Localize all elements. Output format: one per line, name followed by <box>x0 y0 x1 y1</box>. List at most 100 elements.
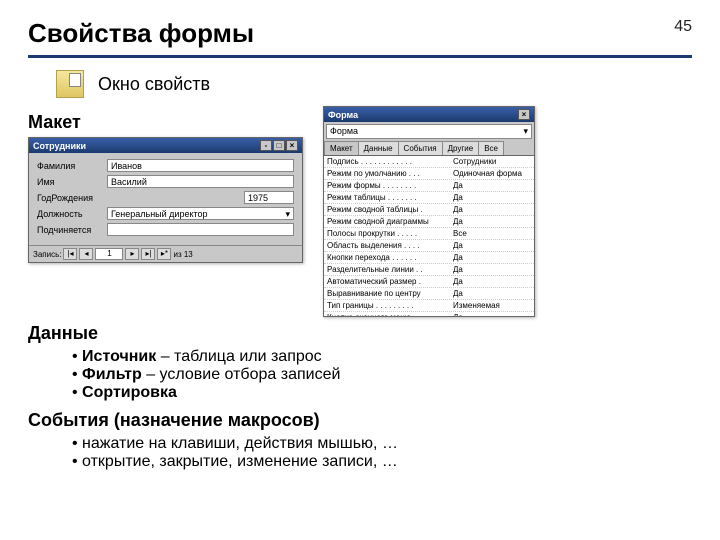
tab-Другие[interactable]: Другие <box>442 141 480 155</box>
minimize-icon[interactable]: - <box>260 140 272 151</box>
form-row: ДолжностьГенеральный директор <box>37 207 294 220</box>
list-item: открытие, закрытие, изменение записи, … <box>72 453 692 471</box>
property-row[interactable]: Полосы прокрутки . . . . .Все <box>324 228 534 240</box>
property-row[interactable]: Разделительные линии . .Да <box>324 264 534 276</box>
field-label: Подчиняется <box>37 225 107 235</box>
property-row[interactable]: Кнопка оконного меню . .Да <box>324 312 534 316</box>
property-name: Режим формы . . . . . . . . <box>327 180 453 191</box>
field-input[interactable] <box>107 223 294 236</box>
property-name: Разделительные линии . . <box>327 264 453 275</box>
form-row: ГодРождения 1975 <box>37 191 294 204</box>
property-row[interactable]: Автоматический размер .Да <box>324 276 534 288</box>
property-value[interactable]: Да <box>453 264 531 275</box>
event-bullets: нажатие на клавиши, действия мышью, … от… <box>72 435 692 471</box>
field-label: ГодРождения <box>37 193 107 203</box>
header: Свойства формы 45 <box>28 18 692 58</box>
property-row[interactable]: Режим формы . . . . . . . .Да <box>324 180 534 192</box>
nav-position[interactable]: 1 <box>95 248 123 260</box>
property-value[interactable]: Да <box>453 312 531 316</box>
props-title: Форма <box>328 110 358 120</box>
property-name: Тип границы . . . . . . . . . <box>327 300 453 311</box>
section-events: События (назначение макросов) <box>28 410 692 431</box>
property-value[interactable]: Изменяемая <box>453 300 531 311</box>
data-bullets: Источник – таблица или запрос Фильтр – у… <box>72 348 692 402</box>
form-row: ИмяВасилий <box>37 175 294 188</box>
property-row[interactable]: Режим по умолчанию . . .Одиночная форма <box>324 168 534 180</box>
nav-first-icon[interactable]: |◂ <box>63 248 77 260</box>
subheading-row: Окно свойств <box>56 70 692 98</box>
property-name: Режим таблицы . . . . . . . <box>327 192 453 203</box>
nav-next-icon[interactable]: ▸ <box>125 248 139 260</box>
list-item: нажатие на клавиши, действия мышью, … <box>72 435 692 453</box>
tab-События[interactable]: События <box>398 141 443 155</box>
property-value[interactable]: Одиночная форма <box>453 168 531 179</box>
property-value[interactable]: Да <box>453 192 531 203</box>
properties-window: Форма × Форма ▾ МакетДанныеСобытияДругие… <box>323 106 535 317</box>
property-value[interactable]: Да <box>453 288 531 299</box>
maximize-icon[interactable]: □ <box>273 140 285 151</box>
nav-last-icon[interactable]: ▸| <box>141 248 155 260</box>
tab-Макет[interactable]: Макет <box>324 141 359 155</box>
subheading: Окно свойств <box>98 74 210 95</box>
property-row[interactable]: Подпись . . . . . . . . . . . .Сотрудник… <box>324 156 534 168</box>
property-value[interactable]: Да <box>453 204 531 215</box>
property-row[interactable]: Кнопки перехода . . . . . .Да <box>324 252 534 264</box>
property-value[interactable]: Сотрудники <box>453 156 531 167</box>
properties-icon <box>56 70 84 98</box>
field-label: Имя <box>37 177 107 187</box>
property-name: Полосы прокрутки . . . . . <box>327 228 453 239</box>
section-data: Данные <box>28 323 692 344</box>
property-row[interactable]: Режим сводной диаграммыДа <box>324 216 534 228</box>
property-name: Режим сводной таблицы . <box>327 204 453 215</box>
property-value[interactable]: Да <box>453 216 531 227</box>
form-row: ФамилияИванов <box>37 159 294 172</box>
form-row: Подчиняется <box>37 223 294 236</box>
tab-Данные[interactable]: Данные <box>358 141 399 155</box>
form-window: Сотрудники - □ × ФамилияИвановИмяВасилий… <box>28 137 303 263</box>
nav-prev-icon[interactable]: ◂ <box>79 248 93 260</box>
property-value[interactable]: Да <box>453 240 531 251</box>
property-name: Выравнивание по центру <box>327 288 453 299</box>
field-input[interactable]: Иванов <box>107 159 294 172</box>
property-row[interactable]: Тип границы . . . . . . . . .Изменяемая <box>324 300 534 312</box>
property-row[interactable]: Выравнивание по центруДа <box>324 288 534 300</box>
close-icon[interactable]: × <box>286 140 298 151</box>
props-titlebar: Форма × <box>324 107 534 122</box>
object-selector[interactable]: Форма ▾ <box>326 124 532 139</box>
property-row[interactable]: Режим сводной таблицы .Да <box>324 204 534 216</box>
section-layout: Макет <box>28 112 303 133</box>
property-value[interactable]: Все <box>453 228 531 239</box>
form-title: Сотрудники <box>33 141 86 151</box>
property-name: Кнопка оконного меню . . <box>327 312 453 316</box>
field-input[interactable]: Генеральный директор <box>107 207 294 220</box>
list-item: Источник – таблица или запрос <box>72 348 692 366</box>
property-name: Режим по умолчанию . . . <box>327 168 453 179</box>
property-name: Подпись . . . . . . . . . . . . <box>327 156 453 167</box>
property-name: Автоматический размер . <box>327 276 453 287</box>
page-number: 45 <box>674 18 692 36</box>
property-value[interactable]: Да <box>453 276 531 287</box>
form-titlebar: Сотрудники - □ × <box>29 138 302 153</box>
list-item: Сортировка <box>72 384 692 402</box>
property-row[interactable]: Область выделения . . . .Да <box>324 240 534 252</box>
record-navigator: Запись: |◂ ◂ 1 ▸ ▸| ▸* из 13 <box>29 245 302 262</box>
property-name: Область выделения . . . . <box>327 240 453 251</box>
tabs-row: МакетДанныеСобытияДругиеВсе <box>324 141 534 156</box>
close-icon[interactable]: × <box>518 109 530 120</box>
field-label: Фамилия <box>37 161 107 171</box>
nav-new-icon[interactable]: ▸* <box>157 248 171 260</box>
list-item: Фильтр – условие отбора записей <box>72 366 692 384</box>
field-label: Должность <box>37 209 107 219</box>
tab-Все[interactable]: Все <box>478 141 504 155</box>
property-value[interactable]: Да <box>453 180 531 191</box>
property-name: Режим сводной диаграммы <box>327 216 453 227</box>
nav-total: из 13 <box>173 250 192 259</box>
property-name: Кнопки перехода . . . . . . <box>327 252 453 263</box>
slide-title: Свойства формы <box>28 18 254 49</box>
field-input[interactable]: 1975 <box>244 191 294 204</box>
property-value[interactable]: Да <box>453 252 531 263</box>
nav-label: Запись: <box>33 250 61 259</box>
property-row[interactable]: Режим таблицы . . . . . . .Да <box>324 192 534 204</box>
chevron-down-icon: ▾ <box>523 126 528 137</box>
field-input[interactable]: Василий <box>107 175 294 188</box>
